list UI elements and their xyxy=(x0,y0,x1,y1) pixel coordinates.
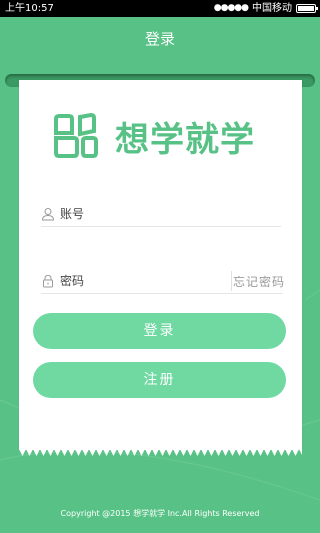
copyright-text: Copyright @2015 想学就学 Inc.All Rights Rese… xyxy=(60,509,260,518)
logo-mark-icon xyxy=(54,113,98,158)
signal-icon: ●●●●● xyxy=(213,3,249,13)
account-input[interactable] xyxy=(60,207,190,221)
account-field xyxy=(41,202,281,227)
password-field: 忘记密码 xyxy=(41,269,285,294)
lock-icon xyxy=(43,274,53,288)
status-bar: 上午10:57 ●●●●● 中国移动 xyxy=(0,0,320,17)
login-card: 想学就学 忘记密码 登录 注册 xyxy=(19,80,302,450)
forgot-password-link[interactable]: 忘记密码 xyxy=(233,273,285,290)
logo-text: 想学就学 xyxy=(115,119,255,160)
paper-torn-edge xyxy=(19,449,302,456)
user-icon xyxy=(41,208,55,221)
carrier-name: 中国移动 xyxy=(252,3,292,14)
field-divider xyxy=(231,271,232,291)
login-button[interactable]: 登录 xyxy=(33,313,286,349)
status-time: 上午10:57 xyxy=(5,3,54,14)
battery-icon xyxy=(296,4,318,13)
login-screen: 上午10:57 ●●●●● 中国移动 登录 想学就学 账号 忘记密码 登录 注册… xyxy=(0,0,320,533)
register-button[interactable]: 注册 xyxy=(33,362,286,398)
status-indicators: ●●●●● 中国移动 xyxy=(213,0,318,17)
password-input[interactable] xyxy=(60,274,190,288)
page-title: 登录 xyxy=(144,30,175,48)
app-logo: 想学就学 xyxy=(53,113,255,160)
